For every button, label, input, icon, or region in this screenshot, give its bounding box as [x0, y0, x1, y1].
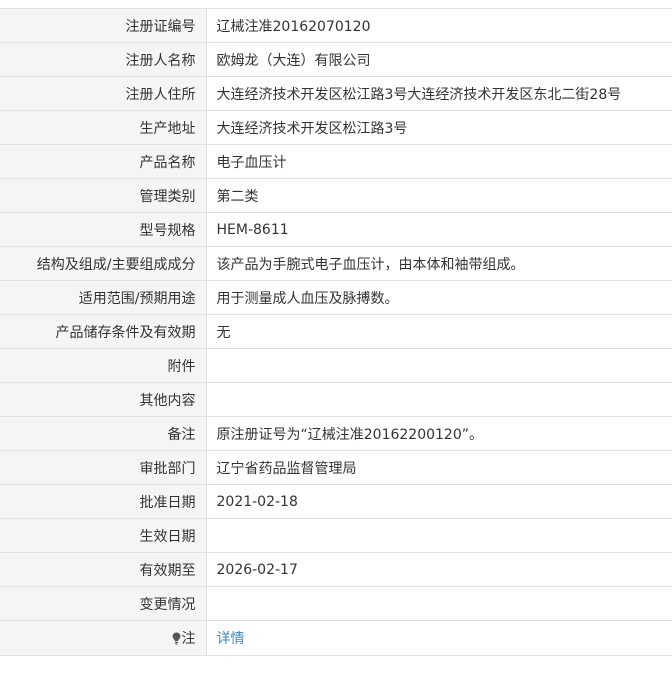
field-label: 适用范围/预期用途: [0, 280, 207, 315]
field-value: 原注册证号为“辽械注准20162200120”。: [206, 416, 672, 451]
field-label: 有效期至: [0, 552, 207, 587]
registration-detail-table: 注册证编号 辽械注准20162070120 注册人名称 欧姆龙（大连）有限公司 …: [0, 8, 672, 656]
table-row: 附件: [0, 348, 672, 383]
field-label: 其他内容: [0, 382, 207, 417]
note-value-cell: 详情: [206, 620, 672, 656]
table-row: 管理类别 第二类: [0, 178, 672, 213]
field-value: 2021-02-18: [206, 484, 672, 519]
field-value: 该产品为手腕式电子血压计，由本体和袖带组成。: [206, 246, 672, 281]
details-link[interactable]: 详情: [217, 631, 245, 647]
note-row: 注 详情: [0, 620, 672, 656]
lightbulb-icon: [172, 632, 180, 645]
field-label: 型号规格: [0, 212, 207, 247]
table-row: 其他内容: [0, 382, 672, 417]
field-value: 2026-02-17: [206, 552, 672, 587]
table-row: 注册证编号 辽械注准20162070120: [0, 8, 672, 43]
field-value: [206, 348, 672, 383]
field-label: 注册人名称: [0, 42, 207, 77]
table-row: 产品名称 电子血压计: [0, 144, 672, 179]
table-row: 有效期至 2026-02-17: [0, 552, 672, 587]
field-value: 用于测量成人血压及脉搏数。: [206, 280, 672, 315]
note-label: 注: [181, 631, 196, 647]
field-label: 审批部门: [0, 450, 207, 485]
table-row: 适用范围/预期用途 用于测量成人血压及脉搏数。: [0, 280, 672, 315]
field-label: 备注: [0, 416, 207, 451]
field-label: 管理类别: [0, 178, 207, 213]
field-value: 第二类: [206, 178, 672, 213]
table-row: 注册人住所 大连经济技术开发区松江路3号大连经济技术开发区东北二街28号: [0, 76, 672, 111]
field-label: 注册证编号: [0, 8, 207, 43]
field-value: 电子血压计: [206, 144, 672, 179]
field-label: 生效日期: [0, 518, 207, 553]
field-label: 附件: [0, 348, 207, 383]
table-row: 变更情况: [0, 586, 672, 621]
table-row: 生效日期: [0, 518, 672, 553]
table-row: 审批部门 辽宁省药品监督管理局: [0, 450, 672, 485]
field-value: 大连经济技术开发区松江路3号: [206, 110, 672, 145]
table-row: 产品储存条件及有效期 无: [0, 314, 672, 349]
field-label: 变更情况: [0, 586, 207, 621]
table-row: 生产地址 大连经济技术开发区松江路3号: [0, 110, 672, 145]
field-label: 批准日期: [0, 484, 207, 519]
note-label-cell: 注: [0, 620, 207, 656]
field-value: 欧姆龙（大连）有限公司: [206, 42, 672, 77]
field-value: 无: [206, 314, 672, 349]
field-value: 大连经济技术开发区松江路3号大连经济技术开发区东北二街28号: [206, 76, 672, 111]
field-label: 产品名称: [0, 144, 207, 179]
field-value: [206, 382, 672, 417]
table-row: 结构及组成/主要组成成分 该产品为手腕式电子血压计，由本体和袖带组成。: [0, 246, 672, 281]
field-label: 生产地址: [0, 110, 207, 145]
field-label: 结构及组成/主要组成成分: [0, 246, 207, 281]
table-row: 型号规格 HEM-8611: [0, 212, 672, 247]
detail-table-body: 注册证编号 辽械注准20162070120 注册人名称 欧姆龙（大连）有限公司 …: [0, 8, 672, 656]
field-value: HEM-8611: [206, 212, 672, 247]
table-row: 注册人名称 欧姆龙（大连）有限公司: [0, 42, 672, 77]
field-value: [206, 518, 672, 553]
table-row: 备注 原注册证号为“辽械注准20162200120”。: [0, 416, 672, 451]
field-value: [206, 586, 672, 621]
field-label: 产品储存条件及有效期: [0, 314, 207, 349]
field-value: 辽宁省药品监督管理局: [206, 450, 672, 485]
table-row: 批准日期 2021-02-18: [0, 484, 672, 519]
field-label: 注册人住所: [0, 76, 207, 111]
field-value: 辽械注准20162070120: [206, 8, 672, 43]
